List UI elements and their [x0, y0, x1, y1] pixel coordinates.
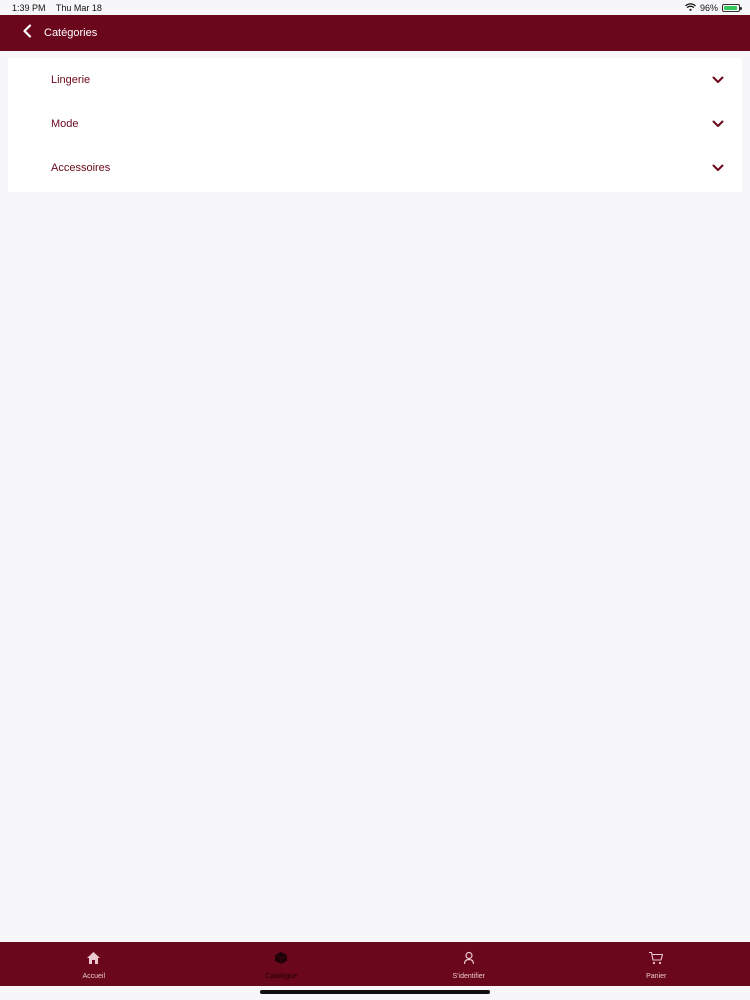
battery-percent: 96% [699, 2, 718, 13]
wifi-icon [685, 2, 696, 13]
status-left: 1:39 PM Thu Mar 18 [12, 3, 110, 13]
status-date: Thu Mar 18 [55, 2, 102, 13]
status-bar: 1:39 PM Thu Mar 18 96% [0, 0, 750, 15]
tab-panier[interactable]: Panier [563, 942, 750, 986]
user-icon [463, 951, 475, 970]
category-row-mode[interactable]: Mode [8, 102, 742, 146]
tab-bar: Accueil Catalogue S'identifier Panier [0, 942, 750, 986]
category-row-accessoires[interactable]: Accessoires [8, 146, 742, 190]
nav-bar: Catégories [0, 15, 750, 51]
category-label: Lingerie [51, 74, 91, 86]
tab-label: S'identifier [452, 972, 485, 980]
chevron-left-icon [22, 23, 32, 43]
home-icon [86, 951, 101, 970]
chevron-down-icon[interactable] [712, 159, 724, 177]
status-time: 1:39 PM [12, 2, 46, 13]
cart-icon [648, 951, 664, 970]
page-title: Catégories [44, 27, 98, 39]
categories-card: Lingerie Mode Accessoires [8, 58, 742, 192]
chevron-down-icon[interactable] [712, 71, 724, 89]
tab-accueil[interactable]: Accueil [0, 942, 188, 986]
category-row-lingerie[interactable]: Lingerie [8, 58, 742, 102]
category-label: Mode [51, 118, 79, 130]
battery-fill [724, 5, 738, 10]
cube-icon [274, 951, 288, 970]
tab-label: Panier [646, 972, 667, 980]
home-indicator[interactable] [260, 990, 490, 994]
chevron-down-icon[interactable] [712, 115, 724, 133]
back-button[interactable] [12, 15, 42, 51]
battery-icon [722, 3, 742, 12]
tab-label: Accueil [82, 972, 106, 980]
tab-catalogue[interactable]: Catalogue [188, 942, 376, 986]
status-right: 96% [685, 2, 742, 13]
tab-sidentifier[interactable]: S'identifier [375, 942, 563, 986]
category-label: Accessoires [51, 162, 111, 174]
tab-label: Catalogue [265, 972, 298, 980]
